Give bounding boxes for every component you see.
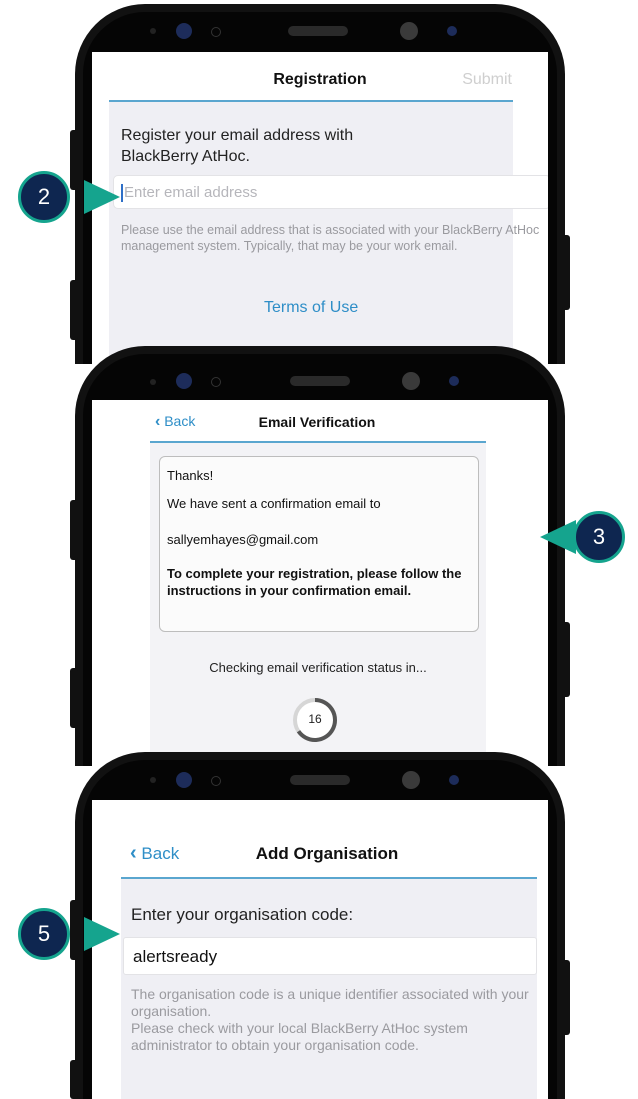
- registration-screen: Registration Submit Register your email …: [92, 52, 548, 364]
- org-code-value: alertsready: [133, 947, 218, 966]
- sensor-icon: [211, 27, 221, 37]
- recipient-email: sallyemhayes@gmail.com: [167, 532, 319, 547]
- back-label: Back: [141, 844, 180, 863]
- phone-side-button: [70, 1060, 78, 1099]
- earpiece-speaker: [290, 775, 350, 785]
- phone-side-button: [70, 130, 78, 190]
- chevron-left-icon: ‹: [130, 842, 137, 864]
- status-text: Checking email verification status in...: [209, 660, 427, 675]
- camera-icon: [176, 772, 192, 788]
- callout-badge-5: 5: [18, 908, 70, 960]
- registration-help-text: Please use the email address that is ass…: [121, 223, 540, 253]
- verification-screen: ‹ Back Email Verification Thanks! We hav…: [92, 400, 548, 766]
- page-title: Add Organisation: [255, 844, 399, 863]
- earpiece-speaker: [290, 376, 350, 386]
- sensor-icon: [150, 28, 156, 34]
- org-code-help-text: The organisation code is a unique identi…: [131, 986, 529, 1053]
- sensor-icon: [449, 775, 459, 785]
- front-camera-icon: [400, 22, 418, 40]
- back-label: Back: [164, 413, 196, 429]
- org-code-input[interactable]: alertsready: [123, 937, 537, 975]
- callout-arrow: [540, 520, 576, 554]
- sensor-icon: [211, 776, 221, 786]
- phone-side-button: [562, 960, 570, 1035]
- phone-side-button: [70, 900, 78, 960]
- callout-badge-3: 3: [573, 511, 625, 563]
- callout-badge-2: 2: [18, 171, 70, 223]
- organisation-screen: ‹ Back Add Organisation Enter your organ…: [92, 800, 548, 1099]
- countdown-value: 16: [308, 712, 322, 726]
- camera-icon: [176, 373, 192, 389]
- phone-side-button: [562, 235, 570, 310]
- sensor-icon: [150, 379, 156, 385]
- sensor-icon: [449, 376, 459, 386]
- phone-side-button: [70, 668, 78, 728]
- sensor-icon: [150, 777, 156, 783]
- front-camera-icon: [402, 771, 420, 789]
- front-camera-icon: [402, 372, 420, 390]
- sensor-icon: [447, 26, 457, 36]
- chevron-left-icon: ‹: [155, 413, 161, 430]
- terms-of-use-link[interactable]: Terms of Use: [264, 299, 358, 317]
- text-caret: [121, 184, 123, 202]
- sent-text: We have sent a confirmation email to: [167, 496, 381, 511]
- email-placeholder: Enter email address: [124, 184, 258, 201]
- back-button[interactable]: ‹ Back: [130, 842, 179, 865]
- back-button[interactable]: ‹ Back: [155, 413, 195, 431]
- registration-heading: Register your email address with BlackBe…: [121, 127, 354, 165]
- callout-arrow: [84, 180, 120, 214]
- countdown-ring: 16: [292, 697, 338, 743]
- page-title: Email Verification: [258, 414, 376, 430]
- submit-button[interactable]: Submit: [462, 71, 512, 89]
- phone-side-button: [70, 280, 78, 340]
- phone-side-button: [70, 500, 78, 560]
- email-input[interactable]: Enter email address: [113, 175, 548, 209]
- camera-icon: [176, 23, 192, 39]
- earpiece-speaker: [288, 26, 348, 36]
- nav-divider: [150, 441, 486, 443]
- sensor-icon: [211, 377, 221, 387]
- phone-side-button: [562, 622, 570, 697]
- callout-arrow: [84, 917, 120, 951]
- instructions-text: To complete your registration, please fo…: [167, 566, 462, 598]
- org-code-prompt: Enter your organisation code:: [131, 905, 354, 924]
- thanks-text: Thanks!: [167, 468, 214, 483]
